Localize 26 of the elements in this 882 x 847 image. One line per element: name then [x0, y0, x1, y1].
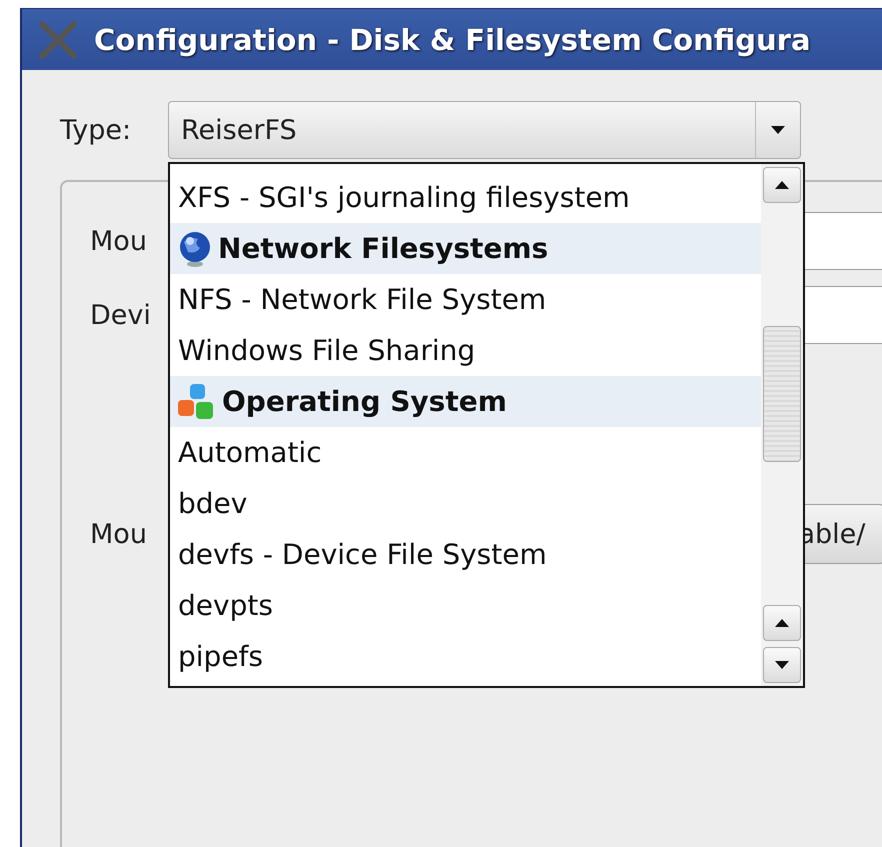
list-option[interactable]: devpts: [170, 580, 761, 631]
scroll-thumb[interactable]: [763, 326, 801, 462]
category-header[interactable]: Network Filesystems: [170, 223, 761, 274]
list-option[interactable]: XFS - SGI's journaling filesystem: [170, 172, 761, 223]
down-arrow-icon: [774, 660, 790, 670]
caret-icon: [770, 125, 786, 135]
up-arrow-icon: [774, 618, 790, 628]
type-dropdown[interactable]: ReiserFS: [168, 101, 801, 159]
list-option[interactable]: Automatic: [170, 427, 761, 478]
up-arrow-icon: [774, 180, 790, 190]
scroll-down-button[interactable]: [763, 647, 801, 683]
form-label: Mou: [90, 226, 148, 256]
scrollbar[interactable]: [761, 164, 803, 686]
list-option[interactable]: devfs - Device File System: [170, 529, 761, 580]
scroll-up-button[interactable]: [763, 605, 801, 641]
list-option[interactable]: pipefs: [170, 631, 761, 682]
form-label: Devi: [90, 300, 152, 330]
list-option[interactable]: bdev: [170, 478, 761, 529]
scroll-up-button[interactable]: [763, 167, 801, 203]
list-option[interactable]: NFS - Network File System: [170, 274, 761, 325]
x-logo-icon: [38, 20, 78, 60]
type-label: Type:: [60, 114, 132, 146]
form-label: Mou: [90, 518, 148, 550]
category-header[interactable]: Operating System: [170, 376, 761, 427]
list-option[interactable]: Windows File Sharing: [170, 325, 761, 376]
window-title: Configuration - Disk & Filesystem Configura: [94, 22, 811, 56]
